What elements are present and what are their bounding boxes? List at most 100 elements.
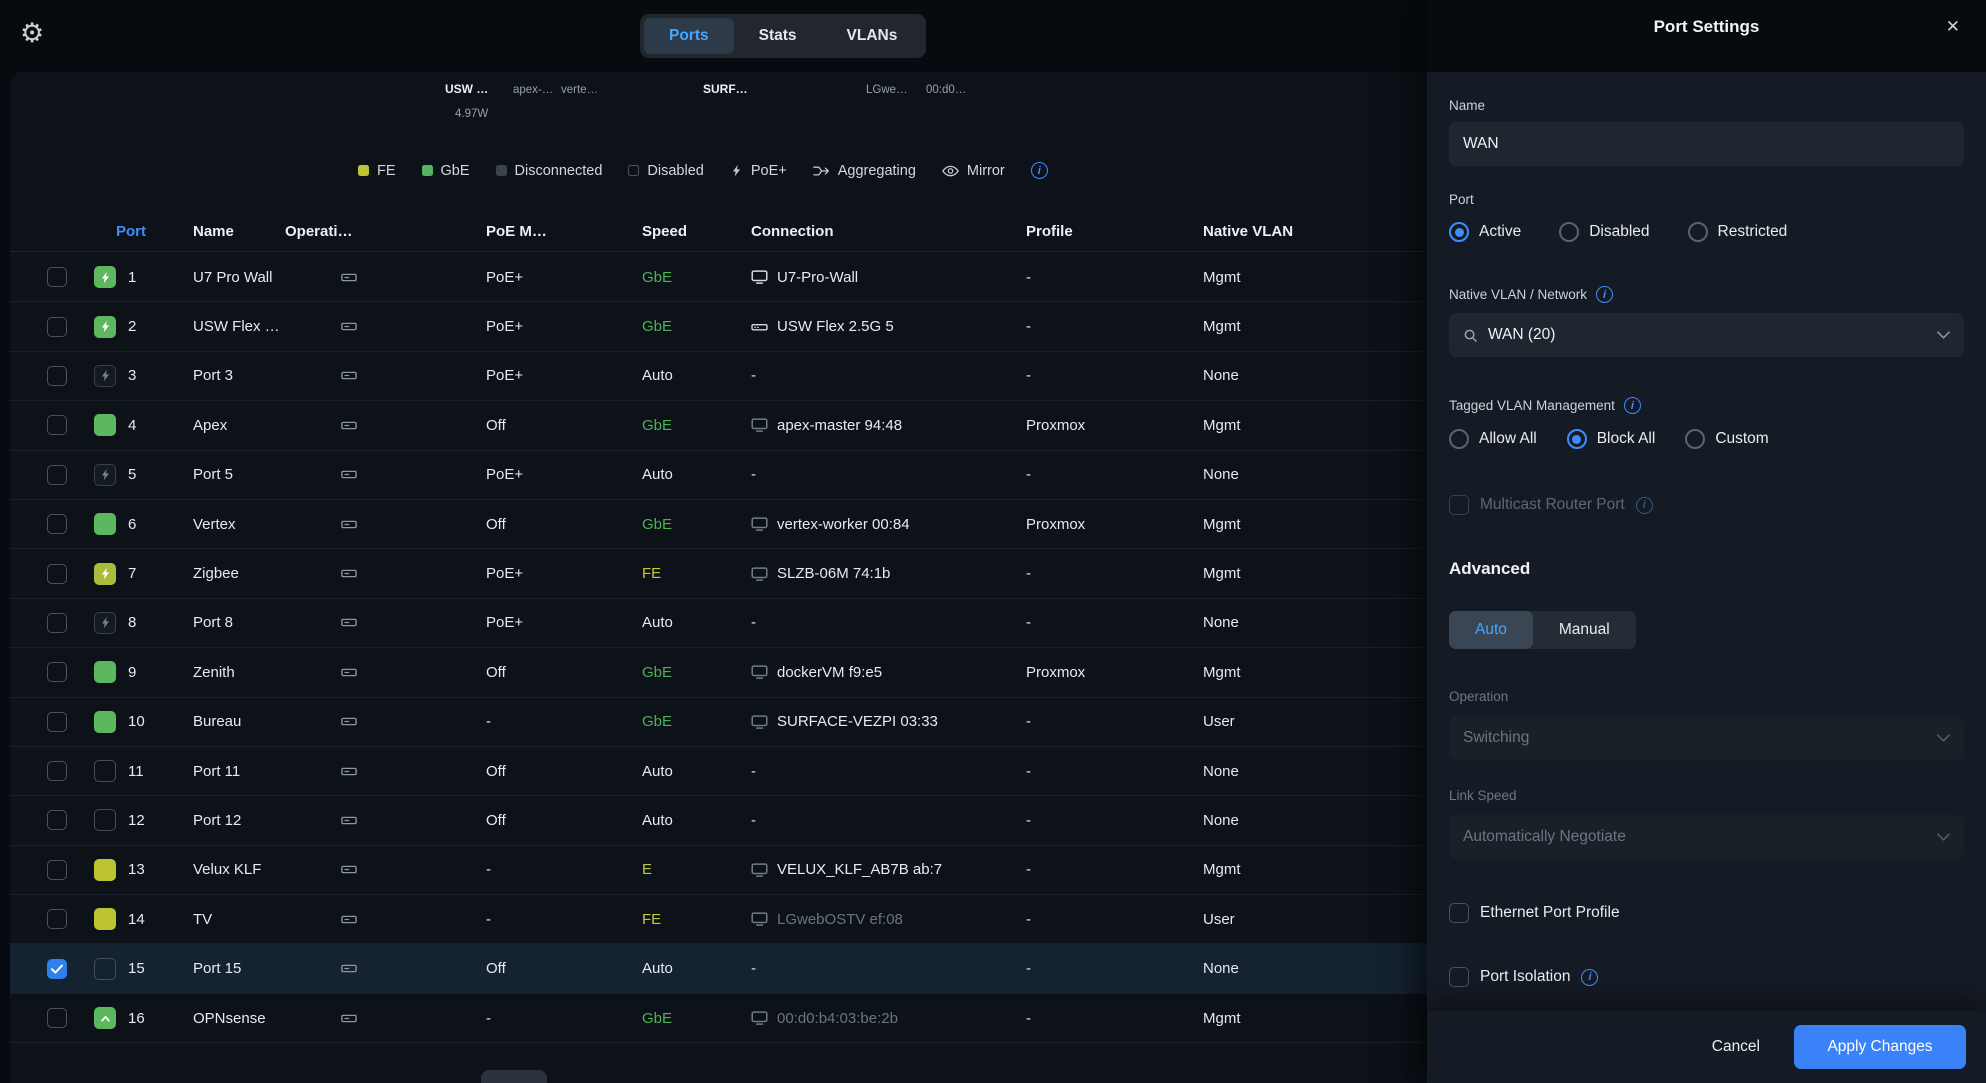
poe-mode: Off [486,960,642,977]
speed: GbE [642,318,751,335]
port-number: 7 [128,565,193,582]
row-checkbox[interactable] [47,662,67,682]
poe-mode: PoE+ [486,565,642,582]
name-input[interactable]: WAN [1449,122,1964,166]
column-header-profile[interactable]: Profile [1026,223,1203,240]
manual-segment[interactable]: Manual [1533,611,1636,649]
legend-info-icon[interactable]: i [1031,162,1048,179]
speed: GbE [642,516,751,533]
poe-mode: - [486,861,642,878]
radio-active[interactable]: Active [1449,222,1521,242]
row-checkbox[interactable] [47,415,67,435]
table-row[interactable]: 11Port 11OffAuto--None [10,747,1427,796]
port-isolation-checkbox[interactable]: Port Isolation i [1449,967,1964,987]
native-vlan: None [1203,960,1427,977]
row-checkbox[interactable] [47,909,67,929]
poe-mode: Off [486,763,642,780]
info-icon[interactable]: i [1596,286,1613,303]
profile: - [1026,861,1203,878]
table-row[interactable]: 5Port 5PoE+Auto--None [10,451,1427,500]
row-checkbox[interactable] [47,366,67,386]
ethernet-port-profile-checkbox[interactable]: Ethernet Port Profile [1449,903,1964,923]
native-vlan: Mgmt [1203,861,1427,878]
operation-mode-icon [341,271,486,284]
pagination-control[interactable] [481,1070,547,1083]
column-header-poe-mode[interactable]: PoE M… [486,223,642,240]
row-checkbox[interactable] [47,1008,67,1028]
radio-restricted[interactable]: Restricted [1688,222,1788,242]
table-row[interactable]: 13Velux KLF-EVELUX_KLF_AB7B ab:7-Mgmt [10,846,1427,895]
row-checkbox[interactable] [47,564,67,584]
table-row[interactable]: 7ZigbeePoE+FESLZB-06M 74:1b-Mgmt [10,549,1427,598]
checkbox-label: Ethernet Port Profile [1480,904,1620,922]
row-checkbox[interactable] [47,959,67,979]
tab-ports[interactable]: Ports [644,18,734,54]
row-checkbox[interactable] [47,810,67,830]
auto-segment[interactable]: Auto [1449,611,1533,649]
table-row[interactable]: 3Port 3PoE+Auto--None [10,352,1427,401]
native-vlan: None [1203,367,1427,384]
row-checkbox[interactable] [47,317,67,337]
name-value: WAN [1463,135,1499,153]
column-header-operation[interactable]: Operati… [285,223,486,240]
client-device-icon [751,1011,768,1025]
row-checkbox[interactable] [47,613,67,633]
connection: - [751,763,1026,780]
poe-mode: PoE+ [486,614,642,631]
table-row[interactable]: 9ZenithOffGbEdockerVM f9:e5ProxmoxMgmt [10,648,1427,697]
row-checkbox[interactable] [47,761,67,781]
table-row[interactable]: 14TV-FELGwebOSTV ef:08-User [10,895,1427,944]
column-header-connection[interactable]: Connection [751,223,1026,240]
checkbox-label: Port Isolation [1480,968,1570,986]
column-header-port[interactable]: Port [116,223,193,240]
column-header-speed[interactable]: Speed [642,223,751,240]
client-device-icon [751,418,768,432]
table-row[interactable]: 2USW Flex …PoE+GbEUSW Flex 2.5G 5-Mgmt [10,302,1427,351]
gbe-square-icon [422,165,433,176]
table-row[interactable]: 1U7 Pro WallPoE+GbEU7-Pro-Wall-Mgmt [10,253,1427,302]
apply-button[interactable]: Apply Changes [1794,1025,1966,1069]
info-icon[interactable]: i [1624,397,1641,414]
row-checkbox[interactable] [47,712,67,732]
port-name: Port 8 [193,614,285,631]
native-vlan-select[interactable]: WAN (20) [1449,313,1964,357]
operation-select: Switching [1449,716,1964,760]
port-status-icon [94,266,116,288]
legend-label: GbE [441,163,470,179]
port-status-icon [94,859,116,881]
table-row[interactable]: 15Port 15OffAuto--None [10,944,1427,993]
table-row[interactable]: 8Port 8PoE+Auto--None [10,599,1427,648]
speed: FE [642,911,751,928]
table-row[interactable]: 4ApexOffGbEapex-master 94:48ProxmoxMgmt [10,401,1427,450]
port-name: Port 3 [193,367,285,384]
tab-stats[interactable]: Stats [734,18,822,54]
radio-allow-all[interactable]: Allow All [1449,429,1537,449]
row-checkbox[interactable] [47,267,67,287]
radio-block-all[interactable]: Block All [1567,429,1656,449]
poe-mode: - [486,713,642,730]
table-row[interactable]: 16OPNsense-GbE00:d0:b4:03:be:2b-Mgmt [10,994,1427,1043]
link-speed-select: Automatically Negotiate [1449,815,1964,859]
table-row[interactable]: 10Bureau-GbESURFACE-VEZPI 03:33-User [10,698,1427,747]
port-status-icon [94,365,116,387]
table-row[interactable]: 12Port 12OffAuto--None [10,796,1427,845]
cancel-button[interactable]: Cancel [1712,1038,1760,1056]
panel-body: Name WAN Port Active Disabled Restricted… [1427,72,1986,1011]
column-header-name[interactable]: Name [193,223,285,240]
close-icon[interactable]: ✕ [1946,17,1960,37]
info-icon[interactable]: i [1581,969,1598,986]
row-checkbox[interactable] [47,860,67,880]
port-status-icon [94,958,116,980]
column-header-native-vlan[interactable]: Native VLAN [1203,223,1427,240]
row-checkbox[interactable] [47,514,67,534]
port-name: Port 15 [193,960,285,977]
tab-vlans[interactable]: VLANs [822,18,923,54]
port-number: 8 [128,614,193,631]
row-checkbox[interactable] [47,465,67,485]
radio-custom[interactable]: Custom [1685,429,1768,449]
port-name: OPNsense [193,1010,285,1027]
radio-disabled[interactable]: Disabled [1559,222,1649,242]
info-icon: i [1636,497,1653,514]
table-row[interactable]: 6VertexOffGbEvertex-worker 00:84ProxmoxM… [10,500,1427,549]
settings-gear-icon[interactable]: ⚙ [20,18,44,49]
